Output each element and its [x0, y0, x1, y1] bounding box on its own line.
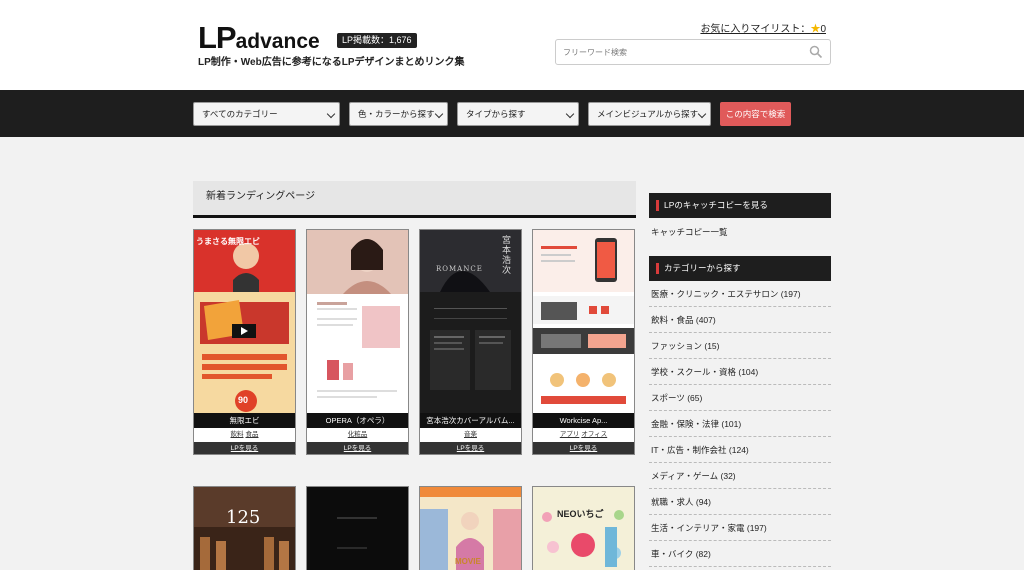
- lp-count-badge: LP掲載数：1,676: [337, 33, 417, 48]
- catchcopy-heading: LPのキャッチコピーを見る: [649, 193, 831, 218]
- category-item[interactable]: 車・バイク (82): [649, 541, 831, 567]
- chevron-down-icon: [565, 109, 575, 119]
- lp-card[interactable]: OPERA（オペラ） 化粧品 LPを見る: [306, 229, 409, 455]
- category-item[interactable]: 金融・保険・法律 (101): [649, 411, 831, 437]
- logo-lp: LP: [198, 20, 237, 55]
- category-item[interactable]: 就職・求人 (94): [649, 489, 831, 515]
- color-select[interactable]: 色・カラーから探す: [349, 102, 448, 126]
- category-item[interactable]: 生活・インテリア・家電 (197): [649, 515, 831, 541]
- lp-card-tags: 化粧品: [307, 428, 408, 442]
- lp-thumbnail[interactable]: [533, 230, 634, 413]
- catchcopy-list-link[interactable]: キャッチコピー一覧: [651, 226, 831, 238]
- lp-card[interactable]: 宮本浩次 ROMANCE 宮本浩次カバーアルバム... 音楽 LPを見る: [419, 229, 522, 455]
- lp-thumbnail[interactable]: うまさる無限エビ 90: [194, 230, 295, 413]
- lp-card-title: Workcise Ap...: [533, 413, 634, 428]
- category-item[interactable]: 医療・クリニック・エステサロン (197): [649, 281, 831, 307]
- logo-advance: advance: [235, 30, 320, 53]
- lp-card-tags: アプリ オフィス: [533, 428, 634, 442]
- favorites-count: 0: [820, 24, 826, 35]
- row2-number: 125: [226, 507, 261, 528]
- category-item[interactable]: IT・広告・制作会社 (124): [649, 437, 831, 463]
- search-input[interactable]: [556, 40, 796, 65]
- tag-link[interactable]: 音楽: [464, 431, 477, 438]
- tag-link[interactable]: アプリ: [560, 431, 580, 438]
- view-lp-link[interactable]: LPを見る: [420, 442, 521, 454]
- lp-card-tags: 音楽: [420, 428, 521, 442]
- tag-link[interactable]: 化粧品: [348, 431, 368, 438]
- category-item[interactable]: ファッション (15): [649, 333, 831, 359]
- tag-link[interactable]: 食品: [246, 431, 259, 438]
- type-select[interactable]: タイプから探す: [457, 102, 579, 126]
- color-select-value: 色・カラーから探す: [358, 109, 435, 119]
- lp-card-thumbnail[interactable]: MOVIE: [419, 486, 522, 570]
- lp-card-thumbnail[interactable]: 125: [193, 486, 296, 570]
- main-visual-select[interactable]: メインビジュアルから探す: [588, 102, 711, 126]
- row2-movie-label: MOVIE: [455, 557, 481, 566]
- type-select-value: タイプから探す: [466, 109, 526, 119]
- category-heading: カテゴリーから探す: [649, 256, 831, 281]
- tag-link[interactable]: オフィス: [581, 431, 607, 438]
- section-heading: 新着ランディングページ: [193, 181, 636, 218]
- site-header: LPadvance LP掲載数：1,676 LP制作・Web広告に参考になるLP…: [0, 0, 1024, 90]
- category-select[interactable]: すべてのカテゴリー: [193, 102, 340, 126]
- lp-card-title: 宮本浩次カバーアルバム...: [420, 413, 521, 428]
- tag-link[interactable]: 飲料: [231, 431, 244, 438]
- search-submit-button[interactable]: この内容で検索: [720, 102, 791, 126]
- favorites-label: お気に入りマイリスト：: [700, 24, 811, 35]
- star-icon: ★: [810, 24, 821, 35]
- category-item[interactable]: メディア・ゲーム (32): [649, 463, 831, 489]
- category-item[interactable]: 飲料・食品 (407): [649, 307, 831, 333]
- site-tagline: LP制作・Web広告に参考になるLPデザインまとめリンク集: [198, 57, 465, 68]
- category-item[interactable]: スポーツ (65): [649, 385, 831, 411]
- romance-artist-name: 宮本浩次: [502, 236, 512, 276]
- site-logo[interactable]: LPadvance: [198, 20, 320, 56]
- chevron-down-icon: [697, 109, 707, 119]
- lp-card[interactable]: Workcise Ap... アプリ オフィス LPを見る: [532, 229, 635, 455]
- row2-neo-label: NEOいちご: [557, 509, 604, 519]
- chevron-down-icon: [326, 109, 336, 119]
- favorites-link[interactable]: お気に入りマイリスト：★0: [700, 20, 826, 35]
- lp-thumbnail[interactable]: [307, 230, 408, 413]
- ebi-headline: うまさる無限エビ: [196, 236, 260, 246]
- lp-thumbnail[interactable]: 宮本浩次 ROMANCE: [420, 230, 521, 413]
- view-lp-link[interactable]: LPを見る: [194, 442, 295, 454]
- category-item[interactable]: 学校・スクール・資格 (104): [649, 359, 831, 385]
- filter-bar: すべてのカテゴリー 色・カラーから探す タイプから探す メインビジュアルから探す…: [0, 90, 1024, 137]
- search-box: [555, 39, 831, 65]
- view-lp-link[interactable]: LPを見る: [307, 442, 408, 454]
- category-select-value: すべてのカテゴリー: [202, 109, 278, 119]
- chevron-down-icon: [434, 109, 444, 119]
- search-icon[interactable]: [809, 45, 823, 59]
- lp-card-title: 無限エビ: [194, 413, 295, 428]
- lp-card[interactable]: うまさる無限エビ 90 無限エビ 飲料 食品 LPを見る: [193, 229, 296, 455]
- lp-card-thumbnail[interactable]: NEOいちご: [532, 486, 635, 570]
- lp-card-thumbnail[interactable]: [306, 486, 409, 570]
- lp-card-tags: 飲料 食品: [194, 428, 295, 442]
- romance-title: ROMANCE: [436, 265, 483, 273]
- ebi-badge-number: 90: [238, 395, 249, 405]
- view-lp-link[interactable]: LPを見る: [533, 442, 634, 454]
- main-visual-select-value: メインビジュアルから探す: [597, 109, 699, 119]
- lp-card-title: OPERA（オペラ）: [307, 413, 408, 428]
